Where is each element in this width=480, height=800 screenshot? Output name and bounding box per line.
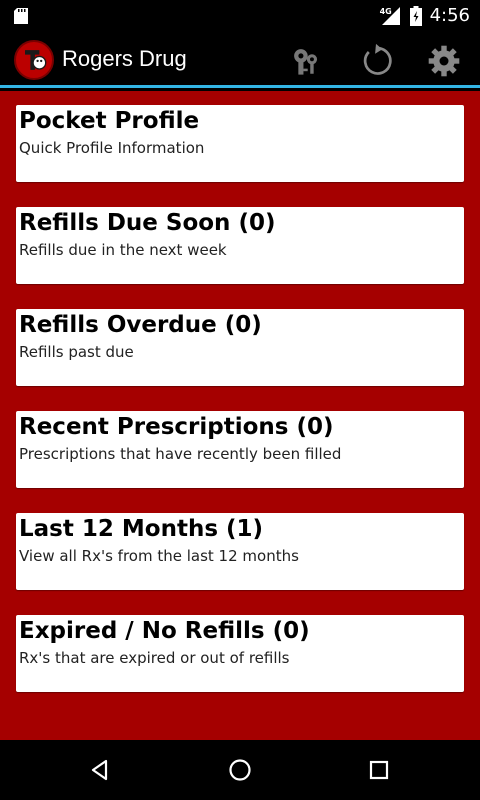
settings-icon xyxy=(428,45,460,77)
menu-item-title: Expired / No Refills (0) xyxy=(19,618,310,644)
menu-item-title: Pocket Profile xyxy=(19,108,200,134)
menu-item-subtitle: Quick Profile Information xyxy=(19,139,205,157)
sd-card-icon xyxy=(14,8,28,24)
status-bar: 4G 4:56 xyxy=(0,0,480,31)
refresh-icon xyxy=(363,43,392,75)
menu-item-refills-due-soon[interactable]: Refills Due Soon (0) Refills due in the … xyxy=(16,207,464,284)
menu-item-subtitle: View all Rx's from the last 12 months xyxy=(19,547,299,565)
menu-item-subtitle: Refills due in the next week xyxy=(19,241,227,259)
logo-icon[interactable] xyxy=(14,40,54,80)
menu-item-pocket-profile[interactable]: Pocket Profile Quick Profile Information xyxy=(16,105,464,182)
app-title: Rogers Drug xyxy=(62,46,187,71)
signal-icon: 4G xyxy=(380,5,402,27)
menu-item-subtitle: Prescriptions that have recently been fi… xyxy=(19,445,342,463)
action-bar: Rogers Drug xyxy=(0,31,480,88)
menu-item-title: Refills Due Soon (0) xyxy=(19,210,276,236)
menu-item-last-12-months[interactable]: Last 12 Months (1) View all Rx's from th… xyxy=(16,513,464,590)
navigation-bar xyxy=(0,740,480,800)
back-icon xyxy=(91,759,108,781)
recents-button[interactable] xyxy=(359,750,399,790)
home-button[interactable] xyxy=(220,750,260,790)
status-indicators: 4G 4:56 xyxy=(380,0,470,31)
key-button[interactable] xyxy=(284,39,328,83)
recents-icon xyxy=(369,760,389,780)
menu-item-title: Refills Overdue (0) xyxy=(19,312,262,338)
key-icon xyxy=(294,49,318,75)
menu-item-subtitle: Refills past due xyxy=(19,343,134,361)
menu-item-refills-overdue[interactable]: Refills Overdue (0) Refills past due xyxy=(16,309,464,386)
menu-list: Pocket Profile Quick Profile Information… xyxy=(0,91,480,740)
back-button[interactable] xyxy=(80,750,120,790)
menu-item-title: Last 12 Months (1) xyxy=(19,516,264,542)
refresh-button[interactable] xyxy=(354,39,398,83)
clock: 4:56 xyxy=(429,5,470,26)
battery-icon xyxy=(409,5,422,26)
settings-button[interactable] xyxy=(422,39,466,83)
menu-item-subtitle: Rx's that are expired or out of refills xyxy=(19,649,290,667)
menu-item-title: Recent Prescriptions (0) xyxy=(19,414,334,440)
home-icon xyxy=(229,759,251,781)
menu-item-recent-prescriptions[interactable]: Recent Prescriptions (0) Prescriptions t… xyxy=(16,411,464,488)
menu-item-expired-no-refills[interactable]: Expired / No Refills (0) Rx's that are e… xyxy=(16,615,464,692)
